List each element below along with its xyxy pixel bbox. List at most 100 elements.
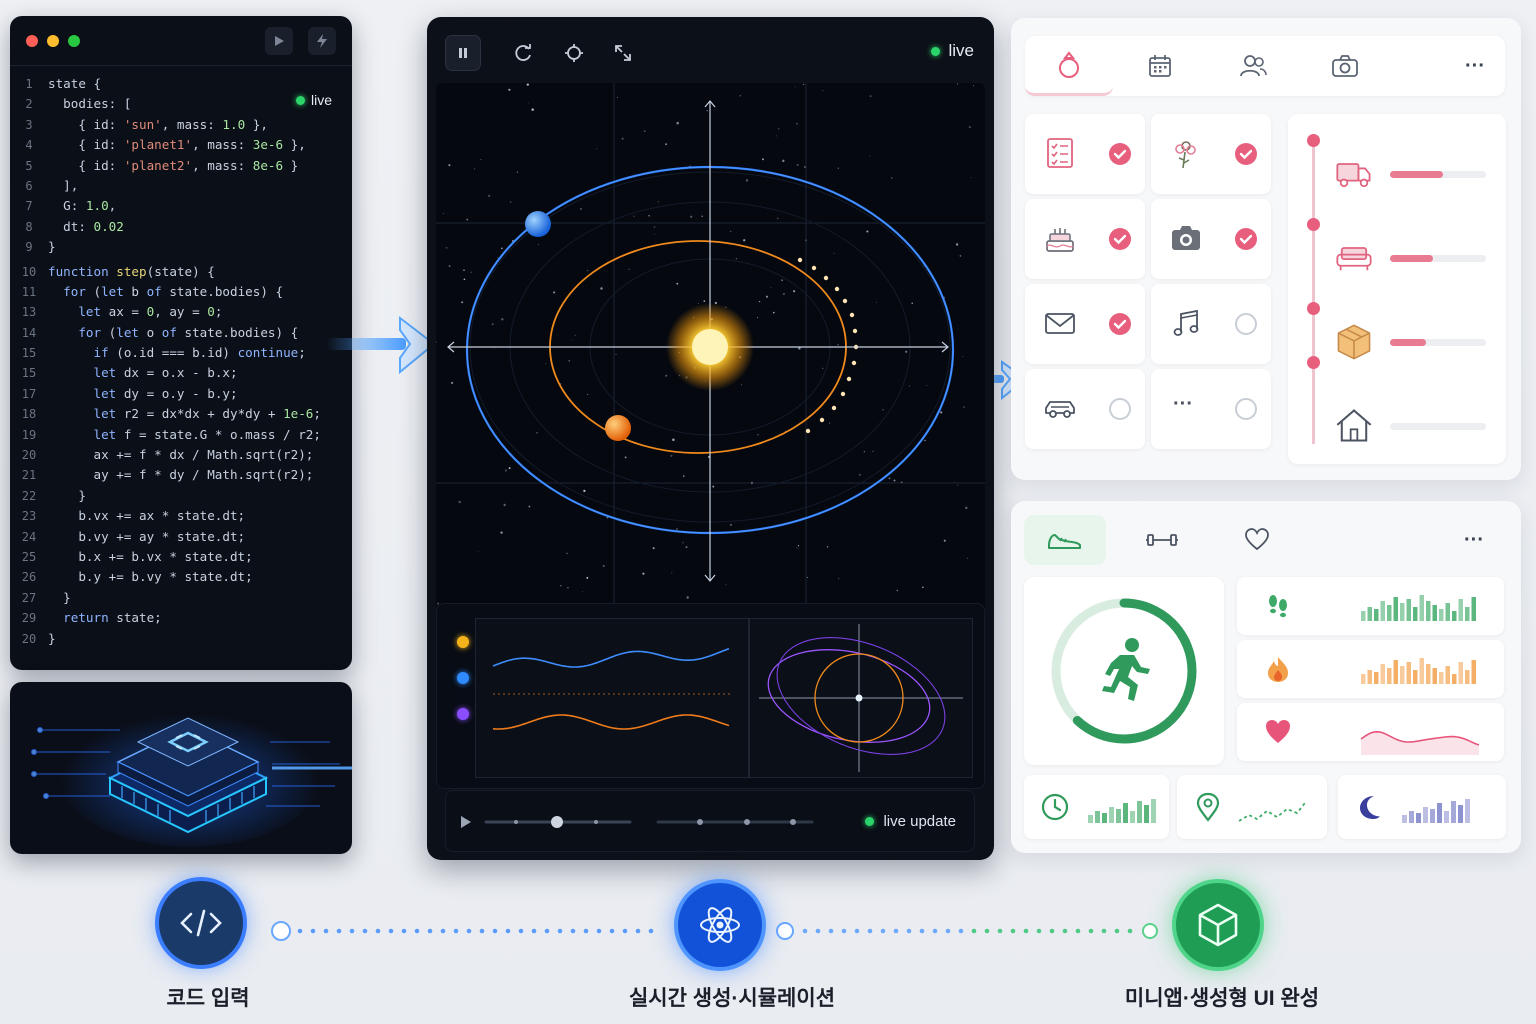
stat-row[interactable] (1237, 640, 1504, 698)
step-label-mini-app: 미니앱·생성형 UI 완성 (1124, 987, 1320, 1010)
checklist-item[interactable] (1151, 284, 1271, 364)
checked-icon[interactable] (1109, 228, 1131, 250)
code-line[interactable]: 2 bodies: [ (10, 94, 352, 114)
progress-row[interactable] (1288, 218, 1506, 284)
legend-dot (457, 636, 469, 648)
checklist-item[interactable] (1025, 369, 1145, 449)
code-text: { id: 'sun', mass: 1.0 }, (48, 116, 268, 132)
progress-fill (1390, 255, 1434, 262)
expand-button[interactable] (605, 35, 641, 71)
checked-icon[interactable] (1109, 313, 1131, 335)
activity-ring-card[interactable] (1024, 577, 1224, 765)
code-line[interactable]: 22 } (10, 486, 352, 506)
code-line[interactable]: 26 b.y += b.vy * state.dt; (10, 567, 352, 587)
mini-stat-card[interactable] (1338, 775, 1506, 839)
checklist-item[interactable] (1025, 114, 1145, 194)
heart-icon (1245, 528, 1269, 551)
run-button[interactable] (265, 26, 293, 55)
refresh-button[interactable] (505, 35, 541, 71)
code-line[interactable]: 1 state { (10, 74, 352, 94)
tab-more[interactable]: ··· (1445, 36, 1505, 96)
step-code-input[interactable] (159, 881, 243, 965)
unchecked-circle[interactable] (1235, 398, 1257, 420)
code-line[interactable]: 7 G: 1.0, (10, 196, 352, 216)
checked-icon[interactable] (1109, 143, 1131, 165)
code-line[interactable]: 18 let r2 = dx*dx + dy*dy + 1e-6; (10, 404, 352, 424)
sofa-icon (1336, 247, 1372, 271)
tab-photos[interactable] (1315, 36, 1375, 96)
code-area[interactable]: 1 state {2 bodies: [3 { id: 'sun', mass: … (10, 74, 352, 649)
code-line[interactable]: 20 ax += f * dx / Math.sqrt(r2); (10, 445, 352, 465)
tab-guests[interactable] (1223, 36, 1283, 96)
code-text: ax += f * dx / Math.sqrt(r2); (48, 447, 314, 463)
sneaker-icon (1048, 534, 1081, 549)
mini-stat-card[interactable] (1024, 775, 1169, 839)
checklist-item[interactable] (1025, 199, 1145, 279)
code-line[interactable]: 11 for (let b of state.bodies) { (10, 282, 352, 302)
code-line[interactable]: 15 if (o.id === b.id) continue; (10, 343, 352, 363)
quick-run-button[interactable] (308, 26, 336, 55)
code-line[interactable]: 5 { id: 'planet2', mass: 8e-6 } (10, 156, 352, 176)
secondary-track[interactable] (656, 811, 816, 833)
step-simulation[interactable] (678, 883, 762, 967)
tab-health[interactable] (1224, 515, 1290, 565)
code-line[interactable]: 13 let ax = 0, ay = 0; (10, 302, 352, 322)
progress-track (1390, 171, 1486, 178)
code-line[interactable]: 21 ay += f * dy / Math.sqrt(r2); (10, 465, 352, 485)
code-line[interactable]: 6 ], (10, 176, 352, 196)
code-text: b.y += b.vy * state.dt; (48, 569, 253, 585)
maximize-window-dot[interactable] (68, 34, 80, 47)
code-line[interactable]: 20} (10, 629, 352, 649)
checklist-item[interactable] (1151, 199, 1271, 279)
unchecked-circle[interactable] (1109, 398, 1131, 420)
tab-calendar[interactable] (1130, 36, 1190, 96)
pause-button[interactable] (445, 35, 481, 71)
target-button[interactable] (556, 35, 592, 71)
code-line[interactable]: 29 return state; (10, 608, 352, 628)
code-line[interactable]: 25 b.x += b.vx * state.dt; (10, 547, 352, 567)
progress-row[interactable] (1288, 356, 1506, 452)
stat-row[interactable] (1237, 577, 1504, 635)
code-line[interactable]: 3 { id: 'sun', mass: 1.0 }, (10, 115, 352, 135)
code-line[interactable]: 9} (10, 237, 352, 257)
code-line[interactable]: 15 let dx = o.x - b.x; (10, 363, 352, 383)
code-line[interactable]: 10 function step(state) { (10, 262, 352, 282)
checked-icon[interactable] (1235, 143, 1257, 165)
tab-ring[interactable] (1025, 36, 1113, 96)
code-line[interactable]: 19 let f = state.G * o.mass / r2; (10, 425, 352, 445)
orbit-viewport[interactable] (436, 83, 985, 615)
code-line[interactable]: 4 { id: 'planet1', mass: 3e-6 }, (10, 135, 352, 155)
close-window-dot[interactable] (26, 34, 38, 47)
code-line[interactable]: 14 for (let o of state.bodies) { (10, 323, 352, 343)
tab-more[interactable]: ··· (1441, 515, 1507, 565)
live-update-dot (865, 817, 875, 826)
checklist-icon (1047, 138, 1073, 168)
line-number: 20 (21, 448, 37, 463)
checklist-item[interactable]: ··· (1151, 369, 1271, 449)
play-icon[interactable] (460, 815, 472, 829)
code-line[interactable]: 8 dt: 0.02 (10, 217, 352, 237)
tab-activity[interactable] (1024, 515, 1106, 565)
minimize-window-dot[interactable] (47, 34, 59, 47)
checklist-item[interactable] (1151, 114, 1271, 194)
timeline-dot (1307, 218, 1320, 231)
code-line[interactable]: 23 b.vx += ax * state.dt; (10, 506, 352, 526)
checklist-item[interactable] (1025, 284, 1145, 364)
progress-row[interactable] (1288, 134, 1506, 200)
tab-workout[interactable] (1129, 515, 1195, 565)
step-mini-app[interactable] (1176, 883, 1260, 967)
progress-row[interactable] (1288, 302, 1506, 368)
mini-stat-card[interactable] (1177, 775, 1327, 839)
code-line[interactable]: 24 b.vy += ay * state.dt; (10, 527, 352, 547)
line-number: 22 (21, 488, 37, 503)
unchecked-circle[interactable] (1235, 313, 1257, 335)
event-planner-app: ··· ··· (1011, 18, 1521, 480)
target-icon (565, 44, 583, 62)
timeline-slider[interactable] (484, 811, 634, 833)
truck-icon (1336, 163, 1371, 188)
code-text: } (48, 239, 56, 255)
code-line[interactable]: 27 } (10, 588, 352, 608)
checked-icon[interactable] (1235, 228, 1257, 250)
code-line[interactable]: 17 let dy = o.y - b.y; (10, 384, 352, 404)
stat-row[interactable] (1237, 703, 1504, 761)
